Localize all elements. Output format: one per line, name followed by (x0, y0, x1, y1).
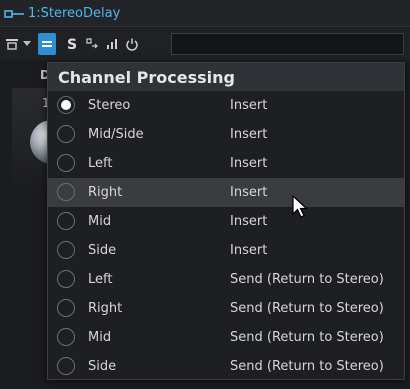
menu-item-mode: Insert (230, 156, 268, 171)
menu-item-mode: Send (Return to Stereo) (230, 301, 384, 316)
menu-item-left-send[interactable]: Left Send (Return to Stereo) (48, 265, 404, 294)
chevron-down-icon[interactable] (22, 33, 32, 55)
power-icon[interactable] (124, 33, 140, 55)
menu-item-label: Mid/Side (88, 127, 144, 142)
menu-title: Channel Processing (58, 67, 235, 87)
menu-item-mode: Insert (230, 185, 268, 200)
menu-item-label: Right (88, 301, 123, 316)
menu-item-mode: Send (Return to Stereo) (230, 330, 384, 345)
menu-item-right-send[interactable]: Right Send (Return to Stereo) (48, 294, 404, 323)
menu-item-side-insert[interactable]: Side Insert (48, 236, 404, 265)
menu-item-mode: Insert (230, 98, 268, 113)
sidechain-s-icon[interactable]: S (64, 33, 80, 55)
channel-processing-button[interactable] (38, 33, 56, 55)
menu-item-left-insert[interactable]: Left Insert (48, 149, 404, 178)
radio-checked-icon (57, 96, 75, 114)
menu-item-label: Mid (88, 214, 112, 229)
preset-icon[interactable] (84, 33, 100, 55)
plugin-title-bar: 1:StereoDelay (0, 0, 410, 27)
plugin-chain-icon (4, 6, 26, 20)
routing-icon[interactable] (4, 33, 20, 55)
menu-item-mode: Insert (230, 127, 268, 142)
menu-item-mode: Insert (230, 214, 268, 229)
menu-item-side-send[interactable]: Side Send (Return to Stereo) (48, 352, 404, 381)
menu-item-label: Side (88, 359, 117, 374)
radio-unchecked-icon (57, 328, 75, 346)
radio-unchecked-icon (57, 299, 75, 317)
menu-item-label: Mid (88, 330, 112, 345)
menu-item-label: Left (88, 156, 113, 171)
menu-item-label: Left (88, 272, 113, 287)
menu-item-mid-insert[interactable]: Mid Insert (48, 207, 404, 236)
svg-text:S: S (67, 37, 77, 51)
plugin-name-field[interactable] (171, 33, 404, 55)
radio-unchecked-icon (57, 183, 75, 201)
mouse-cursor-icon (292, 194, 310, 219)
plugin-title: 1:StereoDelay (28, 5, 121, 21)
menu-item-right-insert[interactable]: Right Insert (48, 178, 404, 207)
channel-processing-menu: Channel Processing Stereo Insert Mid/Sid… (47, 62, 405, 380)
radio-unchecked-icon (57, 212, 75, 230)
radio-unchecked-icon (57, 270, 75, 288)
plugin-toolbar: S (0, 28, 410, 60)
menu-item-label: Stereo (88, 98, 131, 113)
menu-item-label: Side (88, 243, 117, 258)
radio-unchecked-icon (57, 241, 75, 259)
menu-header: Channel Processing (48, 63, 404, 91)
channel-processing-icon (42, 41, 52, 47)
menu-item-midside-insert[interactable]: Mid/Side Insert (48, 120, 404, 149)
menu-item-label: Right (88, 185, 123, 200)
radio-unchecked-icon (57, 125, 75, 143)
menu-item-mode: Send (Return to Stereo) (230, 359, 384, 374)
radio-unchecked-icon (57, 154, 75, 172)
radio-unchecked-icon (57, 357, 75, 375)
menu-item-mid-send[interactable]: Mid Send (Return to Stereo) (48, 323, 404, 352)
menu-item-mode: Insert (230, 243, 268, 258)
meter-icon[interactable] (104, 33, 120, 55)
menu-item-stereo-insert[interactable]: Stereo Insert (48, 91, 404, 120)
menu-item-mode: Send (Return to Stereo) (230, 272, 384, 287)
